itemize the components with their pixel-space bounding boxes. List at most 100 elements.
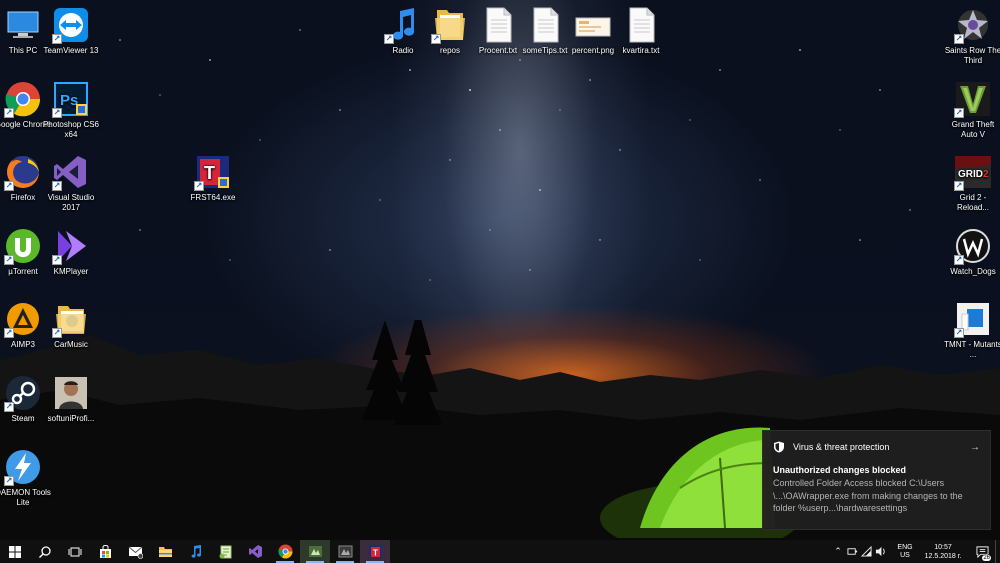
toast-open-arrow-icon[interactable]: → xyxy=(970,442,980,453)
svg-text:T: T xyxy=(204,163,215,183)
taskbar-frst[interactable]: T xyxy=(360,540,390,563)
desktop-icon-gta5[interactable]: ↗ Grand Theft Auto V xyxy=(944,80,1000,140)
desktop-icon-teamviewer[interactable]: ↗ TeamViewer 13 xyxy=(42,6,100,56)
shield-icon xyxy=(774,441,784,453)
shortcut-arrow-icon: ↗ xyxy=(52,328,62,338)
wifi-icon[interactable] xyxy=(859,540,873,563)
taskbar-clock[interactable]: 10:57 12.5.2018 г. xyxy=(917,543,969,561)
action-center-button[interactable]: 26 xyxy=(969,540,995,563)
shortcut-arrow-icon: ↗ xyxy=(4,328,14,338)
shortcut-arrow-icon: ↗ xyxy=(954,181,964,191)
icon-label: KMPlayer xyxy=(53,267,89,276)
desktop-icon-frst64[interactable]: T ↗ FRST64.exe xyxy=(184,153,242,203)
text-file-icon xyxy=(486,7,512,43)
icon-label: CarMusic xyxy=(54,340,88,349)
icon-label: DAEMON Tools Lite xyxy=(0,488,51,507)
desktop-icon-watch-dogs[interactable]: ↗ Watch_Dogs xyxy=(944,227,1000,277)
taskbar-app-dark[interactable] xyxy=(330,540,360,563)
store-bag-icon xyxy=(99,545,111,558)
show-hidden-icons-chevron-icon[interactable]: ⌃ xyxy=(831,540,845,563)
toast-app-name: Virus & threat protection xyxy=(793,442,890,452)
text-file-icon xyxy=(629,7,655,43)
taskbar-visual-studio[interactable] xyxy=(240,540,270,563)
icon-label: Photoshop CS6 x64 xyxy=(42,120,100,139)
svg-text:Ps: Ps xyxy=(60,92,78,109)
battery-icon xyxy=(846,548,857,555)
desktop-icon-kmplayer[interactable]: ↗ KMPlayer xyxy=(42,227,100,277)
volume-icon[interactable] xyxy=(873,540,887,563)
desktop-icon-carmusic[interactable]: ↗ CarMusic xyxy=(42,300,100,350)
search-icon xyxy=(38,545,51,558)
toast-header: Virus & threat protection → xyxy=(773,440,980,454)
svg-text:GRID: GRID xyxy=(958,169,983,180)
shortcut-arrow-icon: ↗ xyxy=(52,255,62,265)
toast-body: Controlled Folder Access blocked C:\User… xyxy=(773,478,963,513)
task-view-button[interactable] xyxy=(60,540,90,563)
profile-photo-icon xyxy=(55,377,87,409)
network-adapter-icon[interactable] xyxy=(845,540,859,563)
taskbar-chrome[interactable] xyxy=(270,540,300,563)
icon-label: Grand Theft Auto V xyxy=(951,120,995,139)
desktop-icon-kvartira-txt[interactable]: kvartira.txt xyxy=(612,6,670,56)
icon-label: softuniProfi... xyxy=(47,414,95,423)
shortcut-arrow-icon: ↗ xyxy=(954,34,964,44)
desktop-icon-photoshop[interactable]: Ps ↗ Photoshop CS6 x64 xyxy=(42,80,100,140)
shortcut-arrow-icon: ↗ xyxy=(4,181,14,191)
icon-label: TMNT - Mutants ... xyxy=(944,340,1000,359)
taskbar-file-explorer[interactable] xyxy=(150,540,180,563)
shortcut-arrow-icon: ↗ xyxy=(194,181,204,191)
shortcut-arrow-icon: ↗ xyxy=(954,328,964,338)
wifi-signal-icon xyxy=(860,546,872,557)
defender-toast-notification[interactable]: Virus & threat protection → Unauthorized… xyxy=(762,430,991,530)
start-button[interactable] xyxy=(0,540,30,563)
show-desktop-button[interactable] xyxy=(995,540,1000,563)
task-view-icon xyxy=(68,547,82,556)
mail-icon xyxy=(128,546,143,559)
icon-label: Visual Studio 2017 xyxy=(47,193,95,212)
folder-icon xyxy=(158,547,172,557)
icon-label: Grid 2 - Reload... xyxy=(956,193,990,212)
text-file-icon xyxy=(533,7,559,43)
windows-logo-icon xyxy=(9,545,21,558)
clock-time: 10:57 xyxy=(934,543,952,551)
image-file-icon xyxy=(575,17,611,37)
taskbar-notepad-plus[interactable] xyxy=(210,540,240,563)
icon-label: FRST64.exe xyxy=(190,193,236,202)
desktop-icon-daemon-tools[interactable]: ↗ DAEMON Tools Lite xyxy=(0,448,52,508)
shortcut-arrow-icon: ↗ xyxy=(431,34,441,44)
desktop-icon-tmnt[interactable]: ↗ TMNT - Mutants ... xyxy=(944,300,1000,360)
notification-count-badge: 26 xyxy=(982,555,991,561)
desktop-icon-softuni[interactable]: softuniProfi... xyxy=(42,374,100,424)
desktop-icon-visual-studio[interactable]: ↗ Visual Studio 2017 xyxy=(42,153,100,213)
app-window-icon xyxy=(308,546,322,557)
music-note-icon xyxy=(191,545,201,558)
shortcut-arrow-icon: ↗ xyxy=(954,108,964,118)
desktop-icon-saints-row[interactable]: ↗ Saints Row The Third xyxy=(944,6,1000,66)
icon-label: kvartira.txt xyxy=(622,46,660,55)
region-code: US xyxy=(900,551,910,559)
taskbar-mail[interactable] xyxy=(120,540,150,563)
chrome-icon xyxy=(278,544,292,559)
shortcut-arrow-icon: ↗ xyxy=(4,108,14,118)
icon-label: Saints Row The Third xyxy=(944,46,1000,65)
shortcut-arrow-icon: ↗ xyxy=(4,255,14,265)
shortcut-arrow-icon: ↗ xyxy=(52,108,62,118)
taskbar-music[interactable] xyxy=(180,540,210,563)
system-tray: ⌃ ENG US 10:57 12.5.2018 г. 26 xyxy=(831,540,1000,563)
search-button[interactable] xyxy=(30,540,60,563)
taskbar-app-green[interactable] xyxy=(300,540,330,563)
input-language-indicator[interactable]: ENG US xyxy=(893,544,917,560)
taskbar: T ⌃ ENG US 10:57 12.5.2018 г. 26 xyxy=(0,540,1000,563)
language-code: ENG xyxy=(897,543,913,551)
svg-text:T: T xyxy=(373,549,378,558)
toast-title: Unauthorized changes blocked xyxy=(773,465,907,475)
icon-label: TeamViewer 13 xyxy=(43,46,99,55)
clock-date: 12.5.2018 г. xyxy=(924,552,962,560)
notepad-plus-icon xyxy=(219,545,231,559)
shortcut-arrow-icon: ↗ xyxy=(384,34,394,44)
desktop-icon-grid2[interactable]: GRID 2 ↗ Grid 2 - Reload... xyxy=(944,153,1000,213)
app-window-icon xyxy=(338,545,352,558)
visual-studio-icon xyxy=(248,545,262,558)
taskbar-store[interactable] xyxy=(90,540,120,563)
icon-label: Watch_Dogs xyxy=(950,267,996,276)
